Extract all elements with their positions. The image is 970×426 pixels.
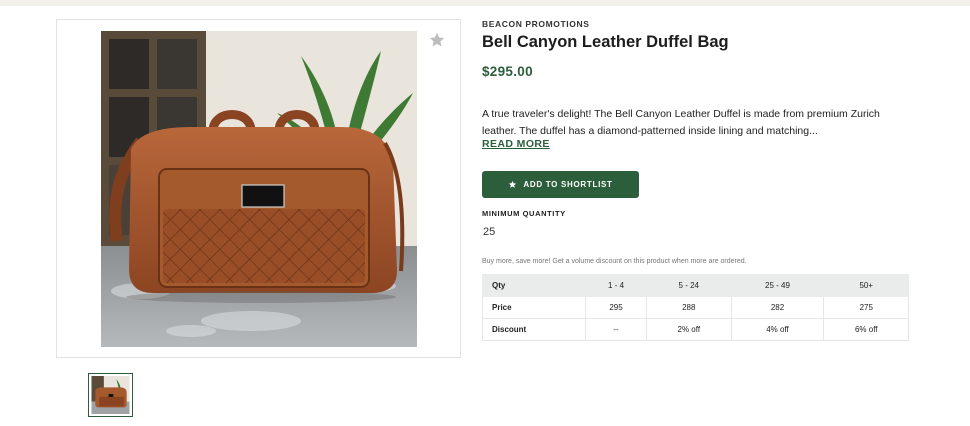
table-cell: 6% off <box>823 318 909 341</box>
table-header-cell: 25 - 49 <box>730 274 825 297</box>
table-cell: 4% off <box>730 318 825 341</box>
volume-discount-note: Buy more, save more! Get a volume discou… <box>482 258 747 265</box>
star-icon <box>509 180 517 188</box>
product-title: Bell Canyon Leather Duffel Bag <box>482 33 729 51</box>
main-image-frame <box>56 19 461 358</box>
table-cell: 282 <box>730 296 825 319</box>
table-cell: 295 <box>584 296 648 319</box>
table-cell: 288 <box>646 296 732 319</box>
table-cell: 2% off <box>646 318 732 341</box>
table-header-cell: 50+ <box>823 274 909 297</box>
add-to-shortlist-label: ADD TO SHORTLIST <box>523 180 613 189</box>
thumbnail-image[interactable] <box>88 373 133 417</box>
product-photo <box>101 31 417 347</box>
top-bar <box>0 0 970 6</box>
table-cell: 275 <box>823 296 909 319</box>
product-price: $295.00 <box>482 64 533 79</box>
add-to-shortlist-button[interactable]: ADD TO SHORTLIST <box>482 171 639 198</box>
minimum-quantity-value: 25 <box>483 226 496 238</box>
vendor-name[interactable]: BEACON PROMOTIONS <box>482 19 589 29</box>
table-header-cell: Qty <box>482 274 586 297</box>
table-row: Discount -- 2% off 4% off 6% off <box>482 318 909 341</box>
minimum-quantity-label: MINIMUM QUANTITY <box>482 209 566 218</box>
table-header-row: Qty 1 - 4 5 - 24 25 - 49 50+ <box>482 274 909 297</box>
favorite-star-icon[interactable] <box>428 31 446 49</box>
volume-pricing-table: Qty 1 - 4 5 - 24 25 - 49 50+ Price 295 2… <box>482 274 909 341</box>
product-description: A true traveler's delight! The Bell Cany… <box>482 108 880 137</box>
table-cell: Discount <box>482 318 586 341</box>
table-header-cell: 1 - 4 <box>584 274 648 297</box>
table-cell: Price <box>482 296 586 319</box>
table-cell: -- <box>584 318 648 341</box>
table-row: Price 295 288 282 275 <box>482 296 909 319</box>
read-more-link[interactable]: READ MORE <box>482 138 550 150</box>
table-header-cell: 5 - 24 <box>646 274 732 297</box>
